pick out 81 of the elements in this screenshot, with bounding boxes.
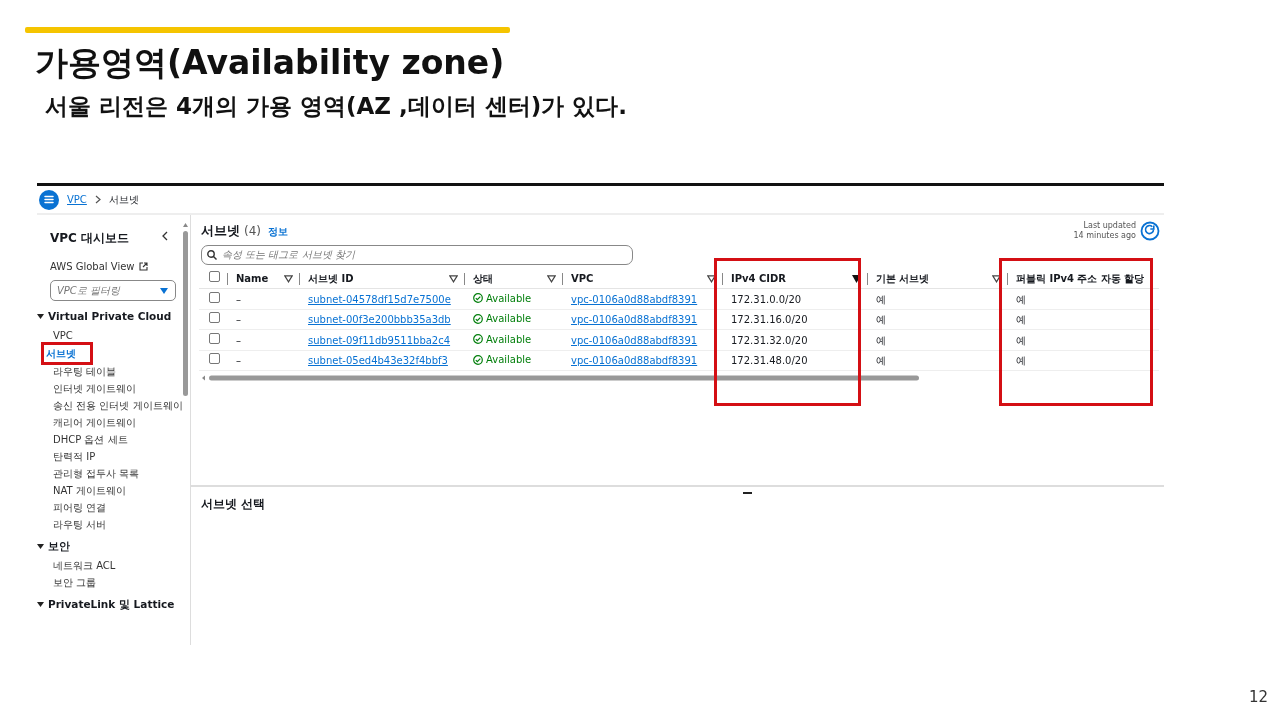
sidebar-item[interactable]: 서브넷 [41,341,93,365]
table-cell: 172.31.0.0/20 [731,293,802,305]
table-cell: 예 [1016,314,1026,326]
check-circle-icon [473,334,483,345]
column-header[interactable]: Name [236,271,269,287]
table-cell: – [236,314,241,326]
column-header[interactable]: 서브넷 ID [308,271,354,287]
subnet-link[interactable]: subnet-04578df15d7e7500e [308,293,451,305]
sort-descending-icon[interactable] [852,274,861,283]
table-cell: 172.31.32.0/20 [731,334,808,346]
sort-icon[interactable] [707,274,716,283]
section-header[interactable]: Virtual Private Cloud [48,309,172,325]
column-header[interactable]: 기본 서브넷 [876,271,930,287]
table-cell: 172.31.16.0/20 [731,314,808,326]
row-checkbox[interactable] [209,312,220,324]
table-cell: 예 [876,355,886,367]
status-text: Available [486,291,532,306]
item-count: (4) [244,223,261,241]
caret-down-icon[interactable] [37,600,44,608]
split-panel-title: 서브넷 선택 [201,496,266,514]
status-text: Available [486,353,532,368]
table-cell: 예 [876,314,886,326]
column-header[interactable]: VPC [571,271,594,287]
refresh-icon[interactable] [1140,221,1160,242]
subnet-link[interactable]: subnet-00f3e200bbb35a3db [308,314,451,326]
table-cell: 예 [1016,355,1026,367]
column-header[interactable]: IPv4 CIDR [731,271,787,287]
chevron-right-icon [94,195,101,205]
row-checkbox[interactable] [209,332,220,344]
page-number: 12 [1248,686,1268,708]
collapse-icon[interactable] [161,231,168,242]
table-cell: – [236,293,241,305]
table-cell: – [236,355,241,367]
panel-title: 서브넷 [201,222,240,241]
sidebar-title: VPC 대시보드 [50,230,130,248]
table-cell: 172.31.48.0/20 [731,355,808,367]
row-checkbox[interactable] [209,353,220,365]
subnet-link[interactable]: subnet-05ed4b43e32f4bbf3 [308,355,448,367]
status-text: Available [486,312,532,327]
slide-title: 가용영역(Availability zone) [35,43,506,83]
vpc-link[interactable]: vpc-0106a0d88abdf8391 [571,355,698,367]
status-text: Available [486,332,532,347]
table-cell: 예 [876,334,886,346]
sort-icon[interactable] [992,274,1001,283]
vpc-link[interactable]: vpc-0106a0d88abdf8391 [571,293,698,305]
last-updated-time: 14 minutes ago [1073,231,1136,242]
filter-field[interactable]: VPC로 필터링 [50,280,176,302]
vpc-link[interactable]: vpc-0106a0d88abdf8391 [571,314,698,326]
section-header[interactable]: 보안 [48,538,70,555]
caret-down-icon[interactable] [37,543,44,551]
section-header[interactable]: PrivateLink 및 Lattice [48,596,175,613]
subnet-link[interactable]: subnet-09f11db9511bba2c4 [308,334,451,346]
info-link[interactable]: 정보 [268,224,288,240]
check-circle-icon [473,293,483,304]
external-link-icon [138,262,148,272]
table-cell: 예 [1016,334,1026,346]
resize-handle-icon[interactable] [743,492,752,495]
table-cell: 예 [1016,293,1026,305]
check-circle-icon [473,313,483,324]
slide-subtitle: 서울 리전은 4개의 가용 영역(AZ ,데이터 센터)가 있다. [45,91,629,121]
row-checkbox[interactable] [209,291,220,303]
caret-down-icon [160,288,168,295]
breadcrumb-current: 서브넷 [108,193,139,208]
check-circle-icon [473,354,483,365]
column-header[interactable]: 상태 [473,271,493,287]
menu-icon [44,195,54,205]
global-view-link[interactable]: AWS Global View [50,259,135,275]
sort-icon[interactable] [284,274,293,283]
search-field[interactable]: 속성 또는 태그로 서브넷 찾기 [201,244,633,265]
sort-icon[interactable] [547,274,556,283]
breadcrumb-link[interactable]: VPC [67,192,87,208]
caret-down-icon[interactable] [37,313,44,321]
vpc-link[interactable]: vpc-0106a0d88abdf8391 [571,334,698,346]
column-header[interactable]: 퍼블릭 IPv4 주소 자동 할당 [1016,271,1145,287]
last-updated-label: Last updated [1082,221,1136,231]
select-all-checkbox[interactable] [209,271,220,283]
table-cell: 예 [876,293,886,305]
menu-button[interactable] [39,189,59,210]
sort-icon[interactable] [449,274,458,283]
search-icon [207,249,217,260]
table-cell: – [236,334,241,346]
